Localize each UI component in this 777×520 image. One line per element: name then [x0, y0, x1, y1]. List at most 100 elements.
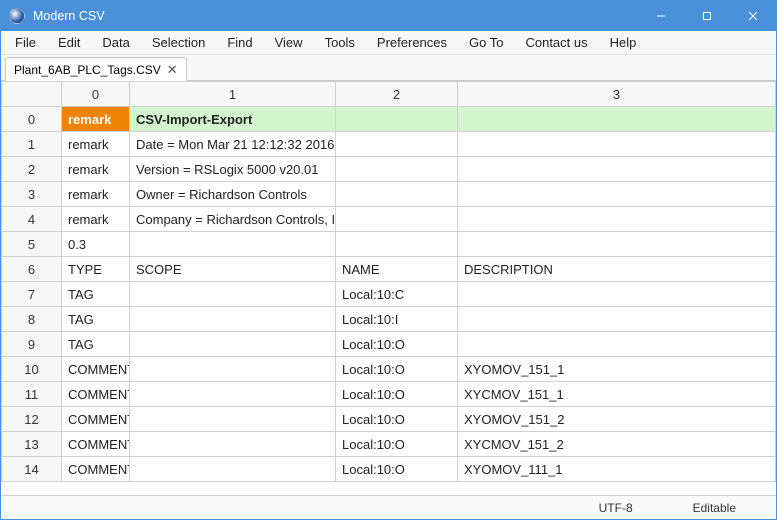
menu-goto[interactable]: Go To	[459, 32, 513, 53]
menu-data[interactable]: Data	[92, 32, 139, 53]
cell[interactable]: XYCMOV_151_1	[458, 382, 776, 407]
menu-selection[interactable]: Selection	[142, 32, 215, 53]
cell[interactable]: TYPE	[62, 257, 130, 282]
menu-preferences[interactable]: Preferences	[367, 32, 457, 53]
cell[interactable]: COMMENT	[62, 382, 130, 407]
cell[interactable]	[458, 332, 776, 357]
cell[interactable]	[458, 307, 776, 332]
row-header[interactable]: 2	[2, 157, 62, 182]
cell[interactable]	[130, 332, 336, 357]
cell[interactable]: remark	[62, 132, 130, 157]
cell[interactable]: SCOPE	[130, 257, 336, 282]
cell[interactable]: Owner = Richardson Controls	[130, 182, 336, 207]
cell[interactable]: COMMENT	[62, 407, 130, 432]
cell[interactable]: TAG	[62, 332, 130, 357]
menu-edit[interactable]: Edit	[48, 32, 90, 53]
row-header[interactable]: 1	[2, 132, 62, 157]
cell[interactable]	[458, 232, 776, 257]
cell[interactable]: remark	[62, 157, 130, 182]
cell[interactable]	[458, 157, 776, 182]
row-header[interactable]: 4	[2, 207, 62, 232]
cell[interactable]: Local:10:O	[336, 357, 458, 382]
maximize-button[interactable]	[684, 1, 730, 31]
cell[interactable]	[130, 357, 336, 382]
cell[interactable]: Company = Richardson Controls, Inc	[130, 207, 336, 232]
row-header[interactable]: 12	[2, 407, 62, 432]
file-tab[interactable]: Plant_6AB_PLC_Tags.CSV ✕	[5, 57, 187, 81]
cell[interactable]	[336, 232, 458, 257]
cell[interactable]: COMMENT	[62, 457, 130, 482]
cell[interactable]: Local:10:O	[336, 407, 458, 432]
row-header[interactable]: 11	[2, 382, 62, 407]
status-encoding[interactable]: UTF-8	[569, 501, 663, 515]
cell[interactable]: TAG	[62, 307, 130, 332]
cell[interactable]: CSV-Import-Export	[130, 107, 336, 132]
row-header[interactable]: 0	[2, 107, 62, 132]
cell[interactable]	[130, 457, 336, 482]
cell[interactable]: COMMENT	[62, 432, 130, 457]
cell[interactable]: remark	[62, 207, 130, 232]
row-header[interactable]: 14	[2, 457, 62, 482]
corner-cell[interactable]	[2, 82, 62, 107]
row-header[interactable]: 8	[2, 307, 62, 332]
col-header-2[interactable]: 2	[336, 82, 458, 107]
cell[interactable]: XYCMOV_151_2	[458, 432, 776, 457]
close-button[interactable]	[730, 1, 776, 31]
cell[interactable]	[336, 132, 458, 157]
cell[interactable]: Local:10:O	[336, 457, 458, 482]
cell[interactable]: remark	[62, 107, 130, 132]
cell[interactable]: Local:10:I	[336, 307, 458, 332]
cell[interactable]	[458, 132, 776, 157]
minimize-button[interactable]	[638, 1, 684, 31]
menu-tools[interactable]: Tools	[315, 32, 365, 53]
cell[interactable]	[130, 307, 336, 332]
cell[interactable]	[130, 432, 336, 457]
menu-view[interactable]: View	[265, 32, 313, 53]
cell[interactable]	[458, 282, 776, 307]
tab-close-icon[interactable]: ✕	[167, 63, 178, 76]
col-header-3[interactable]: 3	[458, 82, 776, 107]
cell[interactable]	[336, 107, 458, 132]
cell[interactable]	[336, 182, 458, 207]
row-header[interactable]: 5	[2, 232, 62, 257]
col-header-1[interactable]: 1	[130, 82, 336, 107]
spreadsheet-grid[interactable]: 0 1 2 3 0remarkCSV-Import-Export1remarkD…	[1, 81, 776, 495]
cell[interactable]: COMMENT	[62, 357, 130, 382]
cell[interactable]: DESCRIPTION	[458, 257, 776, 282]
cell[interactable]: Local:10:O	[336, 332, 458, 357]
cell[interactable]: 0.3	[62, 232, 130, 257]
cell[interactable]: TAG	[62, 282, 130, 307]
cell[interactable]: XYOMOV_151_1	[458, 357, 776, 382]
cell[interactable]	[336, 207, 458, 232]
cell[interactable]	[130, 382, 336, 407]
status-mode[interactable]: Editable	[663, 501, 766, 515]
cell[interactable]: Local:10:O	[336, 432, 458, 457]
menu-contact[interactable]: Contact us	[515, 32, 597, 53]
col-header-0[interactable]: 0	[62, 82, 130, 107]
cell[interactable]: XYOMOV_111_1	[458, 457, 776, 482]
cell[interactable]	[130, 407, 336, 432]
cell[interactable]	[130, 282, 336, 307]
row-header[interactable]: 10	[2, 357, 62, 382]
row-header[interactable]: 6	[2, 257, 62, 282]
menu-file[interactable]: File	[5, 32, 46, 53]
cell[interactable]: NAME	[336, 257, 458, 282]
cell[interactable]	[458, 207, 776, 232]
menu-help[interactable]: Help	[600, 32, 647, 53]
cell[interactable]: Date = Mon Mar 21 12:12:32 2016	[130, 132, 336, 157]
row-header[interactable]: 13	[2, 432, 62, 457]
menu-find[interactable]: Find	[217, 32, 262, 53]
row-header[interactable]: 9	[2, 332, 62, 357]
cell[interactable]: Local:10:C	[336, 282, 458, 307]
cell[interactable]	[130, 232, 336, 257]
cell[interactable]: Version = RSLogix 5000 v20.01	[130, 157, 336, 182]
cell[interactable]	[458, 107, 776, 132]
row-header[interactable]: 3	[2, 182, 62, 207]
cell[interactable]: XYOMOV_151_2	[458, 407, 776, 432]
cell[interactable]: Local:10:O	[336, 382, 458, 407]
cell[interactable]	[336, 157, 458, 182]
cell[interactable]	[458, 182, 776, 207]
cell[interactable]: remark	[62, 182, 130, 207]
row-header[interactable]: 7	[2, 282, 62, 307]
tab-strip: Plant_6AB_PLC_Tags.CSV ✕	[1, 55, 776, 81]
